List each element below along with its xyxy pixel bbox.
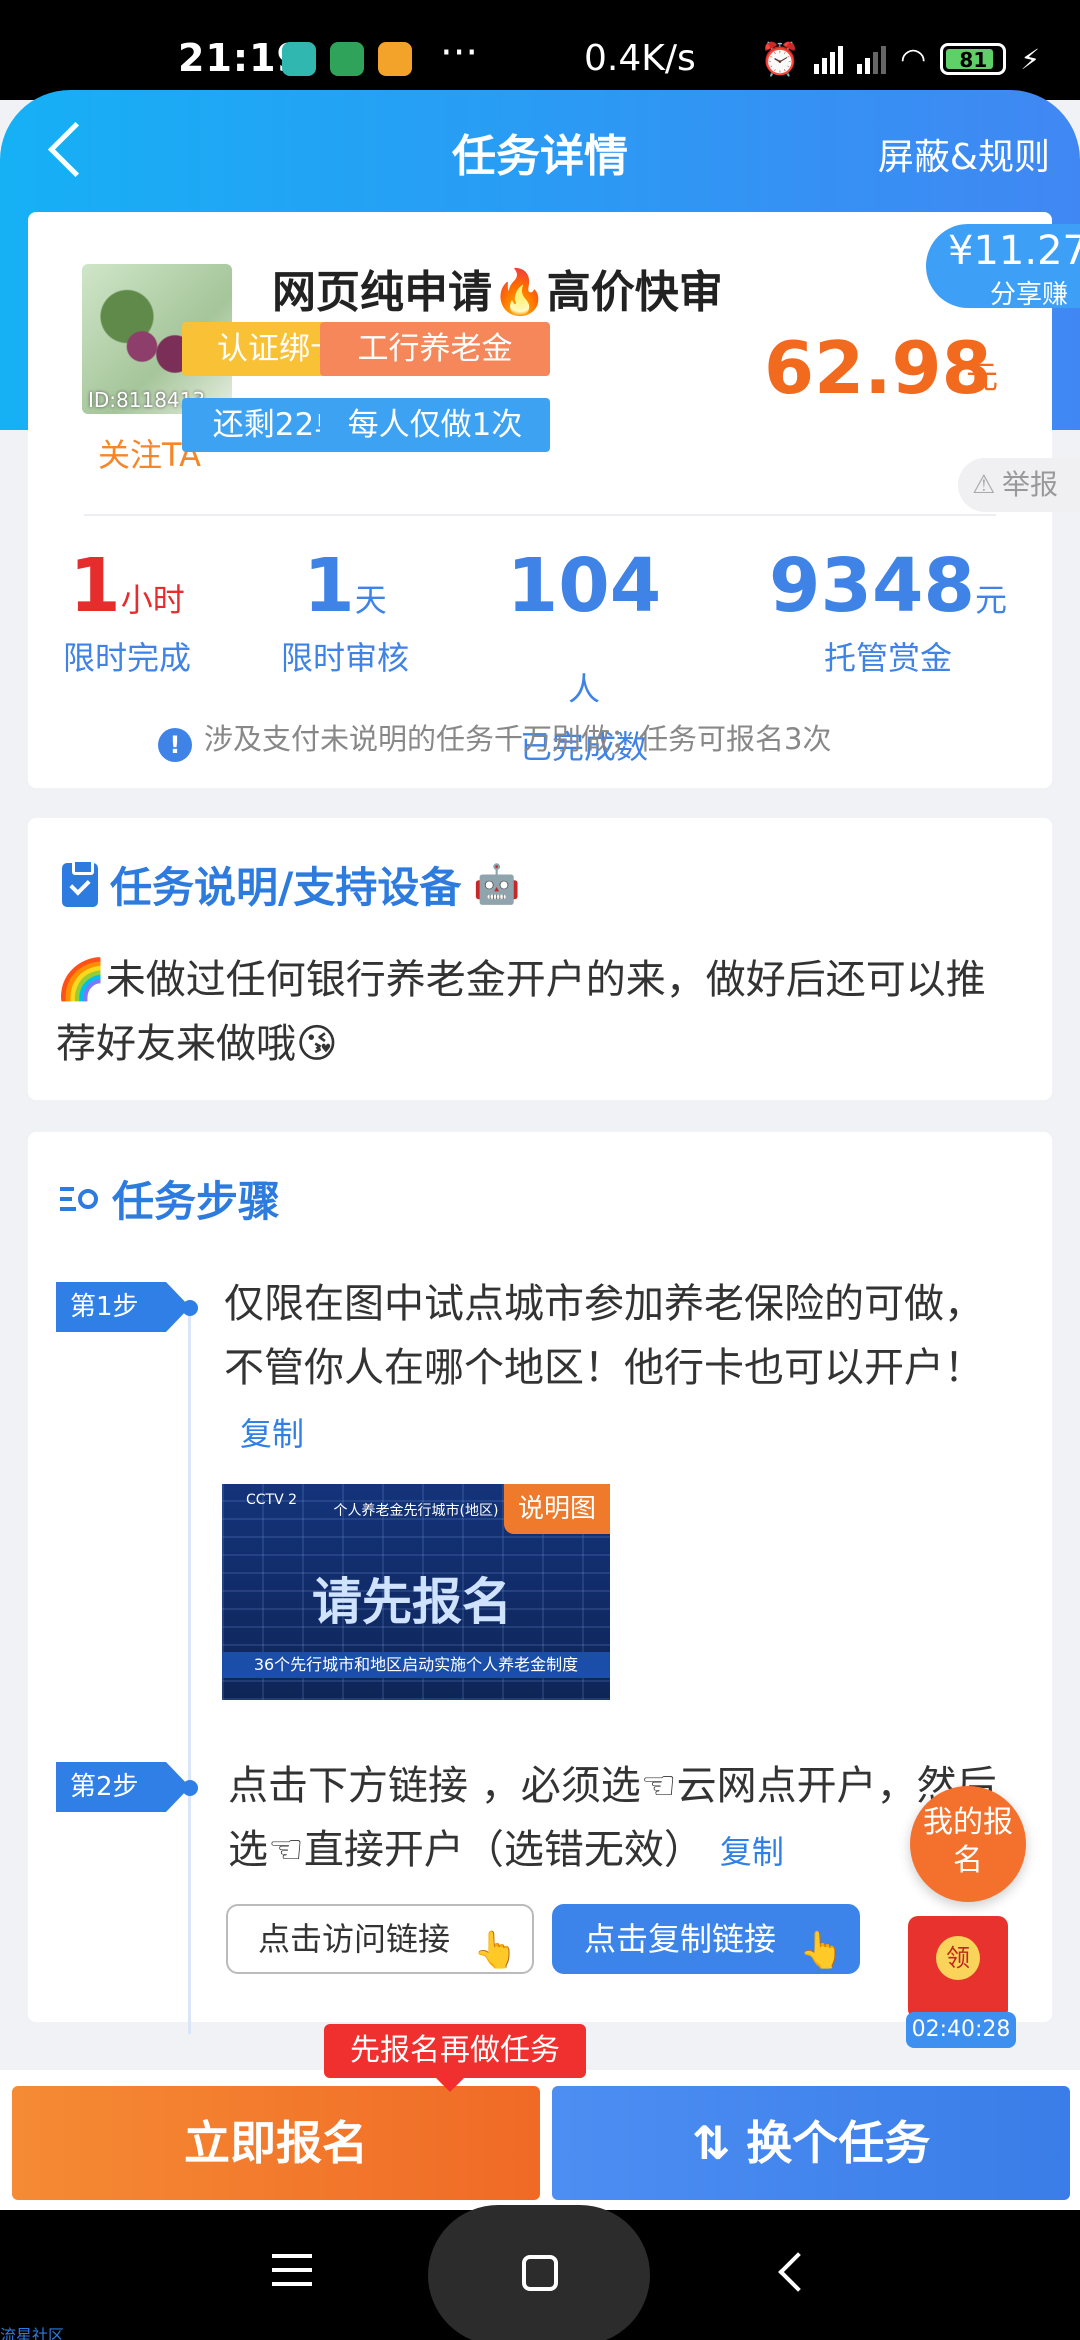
task-price: 62.98: [764, 326, 992, 410]
step-1-label: 第1步: [56, 1282, 190, 1332]
battery-icon: 81: [940, 43, 1007, 75]
step-dot: [182, 1780, 198, 1796]
step-1-text: 仅限在图中试点城市参加养老保险的可做，不管你人在哪个地区！他行卡也可以开户！复制: [224, 1281, 984, 1453]
illustration-caption: 36个先行城市和地区启动实施个人养老金制度: [222, 1652, 610, 1678]
status-icons: ⏰ ◠ 81 ⚡: [760, 40, 1040, 78]
signup-button[interactable]: 立即报名: [12, 2086, 540, 2200]
wifi-icon: ◠: [900, 41, 927, 77]
stat-unit: 人: [567, 669, 600, 708]
step-dot: [182, 1300, 198, 1316]
stat-escrow-reward: 9348元 托管赏金: [768, 542, 1008, 679]
app-notification-icon: [282, 42, 316, 76]
alarm-icon: ⏰: [760, 40, 801, 78]
stat-unit: 天: [354, 581, 387, 619]
steps-timeline: [188, 1304, 191, 2034]
tag-icbc-pension: 工行养老金: [320, 322, 550, 376]
tag-once-per-person: 每人仅做1次: [320, 398, 550, 452]
info-icon: !: [158, 728, 192, 762]
signal-icon: [814, 44, 844, 74]
visit-link-button[interactable]: 点击访问链接 👆: [226, 1904, 534, 1974]
copy-step-1-button[interactable]: 复制: [240, 1415, 304, 1453]
copy-step-2-button[interactable]: 复制: [720, 1833, 784, 1871]
illustration-overlay: 请先报名: [312, 1573, 512, 1631]
stat-value: 9348: [769, 543, 975, 629]
description-text: 🌈未做过任何银行养老金开户的来，做好后还可以推荐好友来做哦😘: [56, 957, 986, 1067]
stat-unit: 小时: [120, 581, 185, 619]
more-notifications-icon: ···: [440, 30, 479, 76]
task-title: 网页纯申请🔥高价快审: [272, 267, 723, 318]
share-value: ¥11.27: [948, 228, 1080, 274]
task-summary-card: ID:8118413 关注TA 网页纯申请🔥高价快审 认证绑卡 工行养老金 还剩…: [28, 212, 1080, 788]
stat-time-limit: 1小时 限时完成: [52, 542, 202, 679]
red-packet-timer: 02:40:28: [906, 2012, 1016, 2048]
message-notification-icon: [378, 42, 412, 76]
stat-unit: 元: [974, 581, 1007, 619]
list-search-icon: [60, 1181, 104, 1217]
step-2-label: 第2步: [56, 1762, 190, 1812]
menu-icon[interactable]: [272, 2254, 312, 2288]
share-earn-badge[interactable]: ¥11.27 分享赚: [926, 224, 1080, 310]
stat-value: 1: [303, 543, 355, 629]
block-rules-link[interactable]: 屏蔽&规则: [878, 128, 1050, 180]
steps-title: 任务步骤: [60, 1168, 280, 1229]
status-bar: 21:19 ··· 0.4K/s ⏰ ◠ 81 ⚡: [0, 0, 1080, 100]
report-button[interactable]: 举报: [958, 458, 1080, 512]
signal-icon: [857, 44, 887, 74]
stat-value: 104: [506, 543, 662, 629]
stat-label: 限时完成: [62, 638, 191, 677]
stat-label: 托管赏金: [823, 638, 952, 677]
notice: ! 涉及支付未说明的任务千万别做；任务可报名3次: [158, 716, 831, 762]
red-packet-icon[interactable]: 领: [908, 1916, 1008, 2016]
clipboard-check-icon: [62, 858, 98, 907]
task-steps-card: 任务步骤 第1步 仅限在图中试点城市参加养老保险的可做，不管你人在哪个地区！他行…: [28, 1132, 1052, 2034]
network-speed: 0.4K/s: [584, 38, 696, 79]
copy-link-button[interactable]: 点击复制链接 👆: [552, 1904, 860, 1974]
task-description-card: 任务说明/支持设备 🤖 🌈未做过任何银行养老金开户的来，做好后还可以推荐好友来做…: [28, 818, 1052, 1100]
signup-hint: 先报名再做任务: [324, 2024, 586, 2092]
android-icon: 🤖: [473, 862, 521, 906]
notice-text: 涉及支付未说明的任务千万别做；任务可报名3次: [204, 722, 832, 756]
stat-review-limit: 1天 限时审核: [270, 542, 420, 679]
step-2-text: 点击下方链接 ，必须选☜云网点开户，然后选☜直接开户（选错无效） 复制: [228, 1763, 997, 1873]
stat-label: 限时审核: [280, 638, 409, 677]
illustration-badge: 说明图: [504, 1484, 610, 1534]
divider: [84, 514, 996, 516]
tap-hand-icon: 👆: [799, 1930, 844, 1971]
price-unit: 元: [966, 358, 999, 396]
step-1-illustration[interactable]: CCTV 2 个人养老金先行城市(地区) 请先报名 36个先行城市和地区启动实施…: [222, 1484, 610, 1700]
tap-hand-icon: 👆: [473, 1930, 518, 1971]
watermark: 流星社区: [0, 2326, 65, 2340]
charging-icon: ⚡: [1020, 42, 1040, 76]
share-label: 分享赚: [989, 280, 1068, 310]
my-signups-button[interactable]: 我的报名: [910, 1786, 1026, 1902]
switch-task-button[interactable]: ⇅ 换个任务: [552, 2086, 1070, 2200]
app-notification-icon: [330, 42, 364, 76]
home-icon[interactable]: [522, 2255, 558, 2291]
description-title: 任务说明/支持设备 🤖: [62, 854, 533, 915]
stat-value: 1: [69, 543, 121, 629]
